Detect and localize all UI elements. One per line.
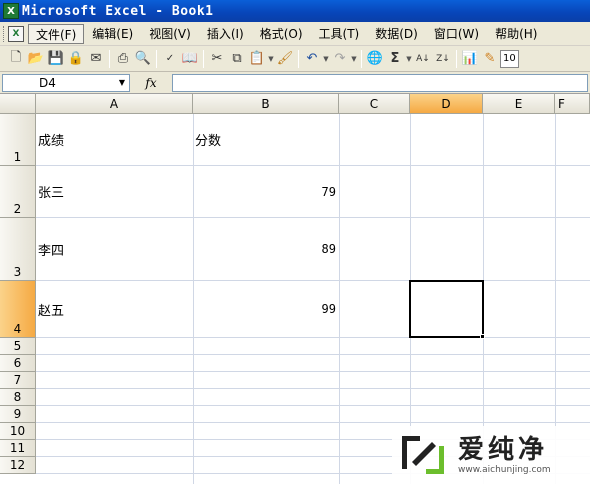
- menu-view[interactable]: 视图(V): [141, 24, 199, 44]
- name-box-value: D4: [39, 75, 56, 90]
- watermark-logo-icon: [402, 436, 444, 474]
- paste-icon[interactable]: 📋: [247, 49, 267, 69]
- watermark-url: www.aichunjing.com: [458, 465, 551, 475]
- gridline: [36, 388, 590, 389]
- cell-b4[interactable]: 99: [193, 281, 339, 337]
- column-header-c[interactable]: C: [339, 94, 410, 114]
- column-header-a[interactable]: A: [36, 94, 193, 114]
- gridline: [36, 422, 590, 423]
- cell-b1[interactable]: 分数: [193, 114, 339, 165]
- column-header-e[interactable]: E: [483, 94, 555, 114]
- column-header-f[interactable]: F: [555, 94, 590, 114]
- menu-window[interactable]: 窗口(W): [426, 24, 487, 44]
- gridline: [36, 405, 590, 406]
- name-box[interactable]: D4 ▼: [2, 73, 130, 92]
- research-icon[interactable]: 📖: [180, 49, 200, 69]
- sort-ascending-icon[interactable]: A↓: [413, 49, 433, 69]
- column-header-d[interactable]: D: [410, 94, 483, 114]
- row-header-5[interactable]: 5: [0, 338, 36, 355]
- row-header-2[interactable]: 2: [0, 166, 36, 218]
- zoom-box[interactable]: 10: [500, 49, 519, 68]
- undo-dropdown-icon[interactable]: ▼: [322, 55, 330, 63]
- watermark: 爱纯净 www.aichunjing.com: [392, 426, 590, 484]
- row-header-12[interactable]: 12: [0, 457, 36, 474]
- row-header-8[interactable]: 8: [0, 389, 36, 406]
- workbook-icon[interactable]: X: [8, 25, 24, 42]
- chart-wizard-icon[interactable]: 📊: [460, 49, 480, 69]
- cell-a1[interactable]: 成绩: [36, 114, 193, 165]
- formula-input[interactable]: [172, 73, 588, 92]
- copy-icon[interactable]: ⧉: [227, 49, 247, 69]
- menu-insert[interactable]: 插入(I): [199, 24, 252, 44]
- row-header-1[interactable]: 1: [0, 114, 36, 166]
- save-icon[interactable]: 💾: [46, 49, 66, 69]
- select-all-corner[interactable]: [0, 94, 36, 114]
- menu-tools[interactable]: 工具(T): [311, 24, 368, 44]
- cell-a3[interactable]: 李四: [36, 218, 193, 280]
- cell-a4[interactable]: 赵五: [36, 281, 193, 337]
- cell-b3[interactable]: 89: [193, 218, 339, 280]
- cut-icon[interactable]: ✂: [207, 49, 227, 69]
- print-icon[interactable]: ⎙: [113, 49, 133, 69]
- title-bar: X Microsoft Excel - Book1: [0, 0, 590, 22]
- print-preview-icon[interactable]: 🔍: [133, 49, 153, 69]
- drawing-icon[interactable]: ✎: [480, 49, 500, 69]
- menu-format[interactable]: 格式(O): [252, 24, 311, 44]
- standard-toolbar: 🗋 📂 💾 🔒 ✉ ⎙ 🔍 ✓ 📖 ✂ ⧉ 📋 ▼ 🖌 ↶ ▼ ↷ ▼ 🌐 Σ …: [0, 46, 590, 72]
- watermark-text: 爱纯净: [458, 435, 549, 465]
- window-title: Microsoft Excel - Book1: [22, 3, 214, 19]
- row-header-3[interactable]: 3: [0, 218, 36, 281]
- email-icon[interactable]: ✉: [86, 49, 106, 69]
- hyperlink-icon[interactable]: 🌐: [365, 49, 385, 69]
- fill-handle[interactable]: [480, 334, 485, 339]
- column-header-b[interactable]: B: [193, 94, 339, 114]
- sort-descending-icon[interactable]: Z↓: [433, 49, 453, 69]
- cell-a2[interactable]: 张三: [36, 166, 193, 217]
- gridline: [339, 114, 340, 484]
- gridline: [36, 371, 590, 372]
- menu-edit[interactable]: 编辑(E): [84, 24, 141, 44]
- spelling-icon[interactable]: ✓: [160, 49, 180, 69]
- permission-icon[interactable]: 🔒: [66, 49, 86, 69]
- open-icon[interactable]: 📂: [26, 49, 46, 69]
- menu-file[interactable]: 文件(F): [28, 23, 85, 44]
- cell-b2[interactable]: 79: [193, 166, 339, 217]
- menu-bar: X 文件(F) 编辑(E) 视图(V) 插入(I) 格式(O) 工具(T) 数据…: [0, 22, 590, 46]
- autosum-icon[interactable]: Σ: [385, 49, 405, 69]
- new-icon[interactable]: 🗋: [6, 49, 26, 69]
- row-header-9[interactable]: 9: [0, 406, 36, 423]
- formula-bar: D4 ▼ fx: [0, 72, 590, 94]
- gridline: [36, 354, 590, 355]
- redo-dropdown-icon[interactable]: ▼: [350, 55, 358, 63]
- row-header-7[interactable]: 7: [0, 372, 36, 389]
- excel-icon[interactable]: X: [3, 3, 19, 19]
- row-header-11[interactable]: 11: [0, 440, 36, 457]
- paste-dropdown-icon[interactable]: ▼: [267, 55, 275, 63]
- undo-icon[interactable]: ↶: [302, 49, 322, 69]
- menu-data[interactable]: 数据(D): [367, 24, 426, 44]
- menu-help[interactable]: 帮助(H): [487, 24, 545, 44]
- format-painter-icon[interactable]: 🖌: [275, 49, 295, 69]
- menu-grip[interactable]: [3, 25, 6, 42]
- insert-function-icon[interactable]: fx: [130, 74, 172, 92]
- row-header-10[interactable]: 10: [0, 423, 36, 440]
- autosum-dropdown-icon[interactable]: ▼: [405, 55, 413, 63]
- row-header-6[interactable]: 6: [0, 355, 36, 372]
- row-header-4[interactable]: 4: [0, 281, 36, 338]
- gridline: [36, 337, 590, 338]
- active-cell-d4[interactable]: [409, 280, 484, 338]
- redo-icon[interactable]: ↷: [330, 49, 350, 69]
- chevron-down-icon[interactable]: ▼: [115, 75, 129, 91]
